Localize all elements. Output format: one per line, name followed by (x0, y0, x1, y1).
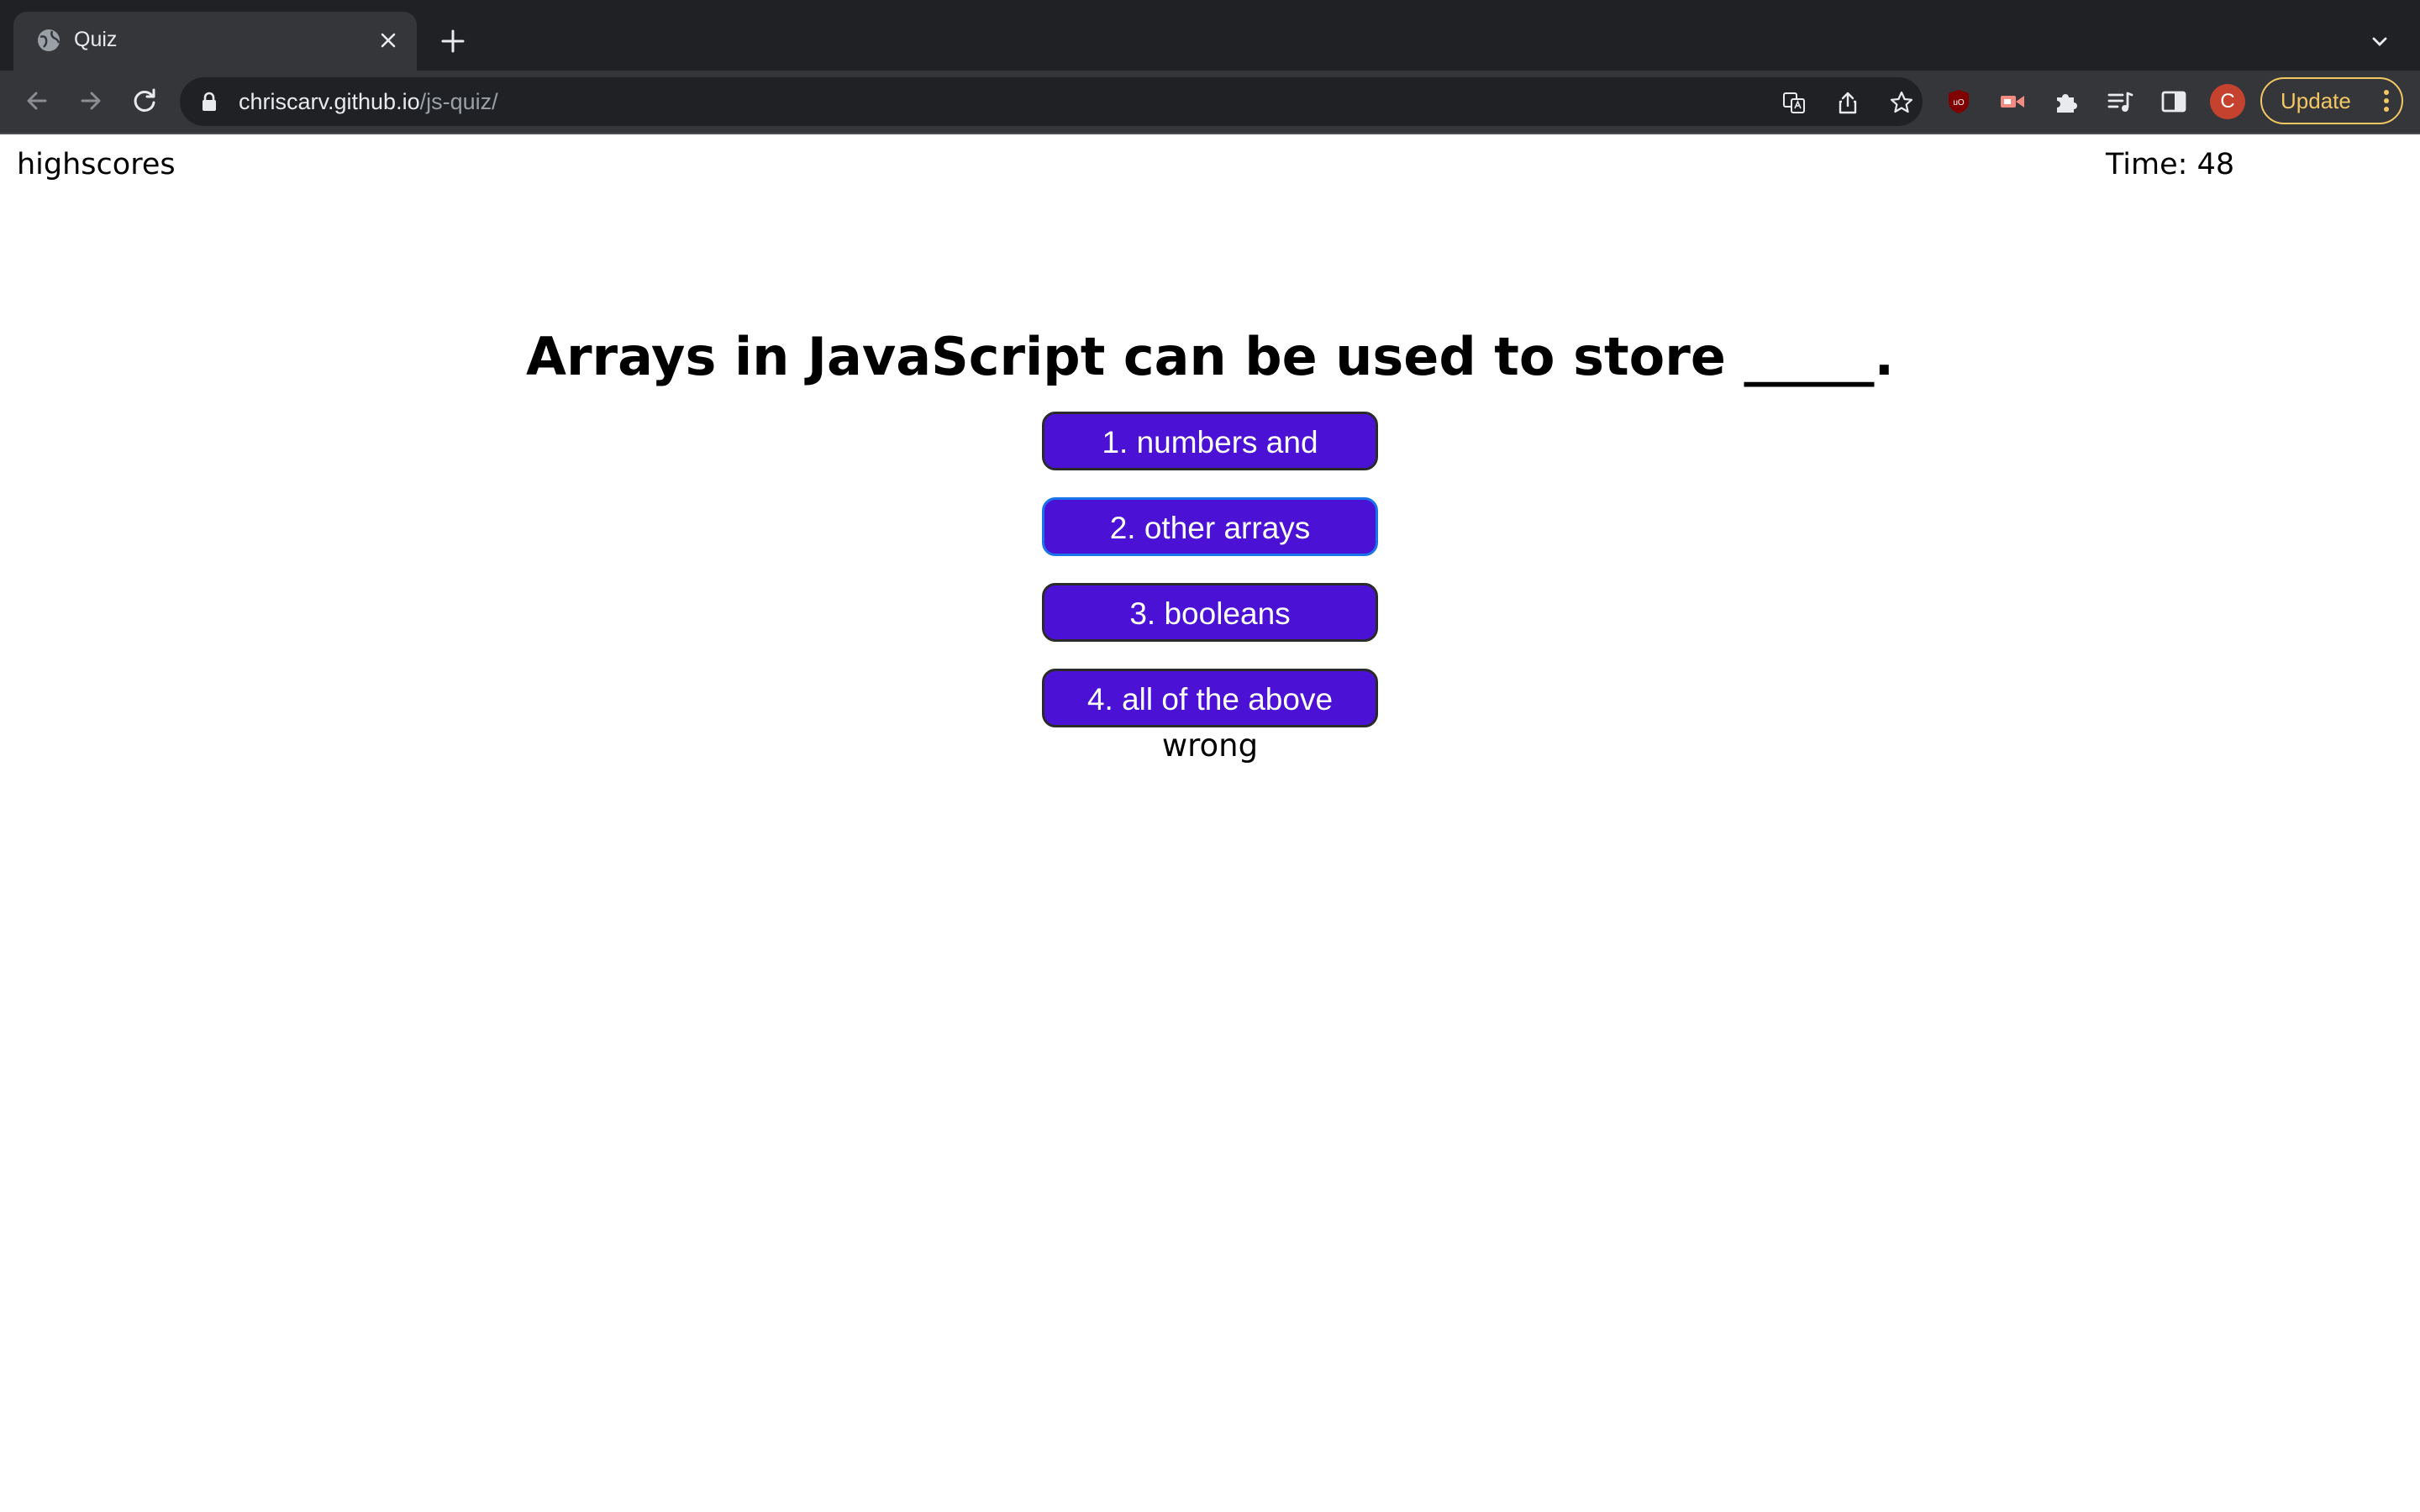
update-label: Update (2281, 88, 2351, 113)
quiz-page: highscores Time: 48 Arrays in JavaScript… (0, 134, 2420, 1512)
answer-button-4[interactable]: 4. all of the above (1042, 669, 1378, 727)
highscores-link[interactable]: highscores (17, 148, 176, 181)
arrow-right-icon[interactable] (76, 86, 106, 116)
lock-icon[interactable] (200, 92, 218, 112)
chevron-down-icon[interactable] (2368, 30, 2391, 54)
side-panel-icon[interactable] (2160, 87, 2188, 116)
browser-toolbar: chriscarv.github.io/js-quiz/ uO C Update (0, 71, 2420, 134)
share-icon[interactable] (1835, 90, 1860, 115)
browser-tab[interactable]: Quiz (13, 12, 417, 71)
answer-button-3[interactable]: 3. booleans (1042, 583, 1378, 642)
puzzle-icon[interactable] (2052, 87, 2081, 116)
star-icon[interactable] (1889, 90, 1914, 115)
ublock-icon[interactable]: uO (1944, 87, 1973, 116)
close-icon[interactable] (376, 29, 400, 52)
video-extension-icon[interactable] (1998, 87, 2027, 116)
profile-avatar[interactable]: C (2210, 84, 2245, 119)
answer-list: 1. numbers and 2. other arrays 3. boolea… (1042, 412, 1378, 754)
update-button[interactable]: Update (2260, 77, 2403, 124)
reload-icon[interactable] (129, 86, 160, 116)
globe-icon (38, 29, 60, 51)
url-text: chriscarv.github.io/js-quiz/ (239, 89, 498, 115)
svg-text:uO: uO (1953, 98, 1965, 108)
url-host: chriscarv.github.io (239, 89, 420, 114)
answer-button-2[interactable]: 2. other arrays (1042, 497, 1378, 556)
address-bar[interactable]: chriscarv.github.io/js-quiz/ (180, 77, 1923, 126)
timer-display: Time: 48 (2106, 148, 2235, 181)
arrow-left-icon[interactable] (22, 86, 52, 116)
tab-strip: Quiz (0, 0, 2420, 71)
tab-title: Quiz (74, 28, 118, 51)
answer-feedback: wrong (1161, 727, 1259, 764)
translate-icon[interactable] (1781, 90, 1807, 115)
answer-button-1[interactable]: 1. numbers and (1042, 412, 1378, 470)
url-path: /js-quiz/ (419, 89, 498, 114)
plus-icon[interactable] (439, 27, 467, 55)
question-text: Arrays in JavaScript can be used to stor… (525, 326, 1895, 387)
more-vert-icon (2384, 90, 2389, 112)
reading-list-icon[interactable] (2106, 87, 2134, 116)
